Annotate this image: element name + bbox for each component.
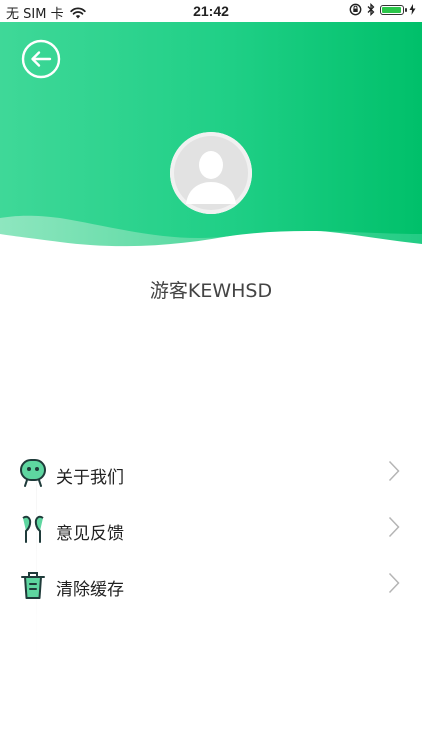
robot-face-icon: [20, 459, 46, 487]
menu-item-feedback[interactable]: 意见反馈: [0, 502, 422, 558]
default-user-icon: [170, 132, 252, 214]
menu-item-clear-cache[interactable]: 清除缓存: [0, 558, 422, 614]
arrow-left-icon: [21, 39, 61, 79]
settings-menu: 关于我们 意见反馈 清除缓存: [0, 446, 422, 614]
status-bar: 无 SIM 卡 21:42: [0, 0, 422, 22]
menu-item-label: 意见反馈: [56, 524, 124, 544]
chevron-right-icon: [388, 460, 400, 482]
back-button[interactable]: [21, 39, 61, 79]
chevron-right-icon: [388, 572, 400, 594]
bluetooth-icon: [367, 3, 375, 16]
menu-item-label: 关于我们: [56, 468, 124, 488]
trash-icon: [21, 572, 45, 599]
charging-bolt-icon: [409, 4, 416, 15]
orientation-lock-icon: [349, 3, 362, 16]
status-right: [349, 3, 416, 16]
avatar[interactable]: [170, 132, 252, 214]
username: 游客KEWHSD: [149, 280, 273, 302]
menu-item-about-us[interactable]: 关于我们: [0, 446, 422, 502]
chevron-right-icon: [388, 516, 400, 538]
battery-icon: [380, 4, 407, 15]
earphones-icon: [22, 515, 44, 543]
menu-item-label: 清除缓存: [56, 580, 124, 600]
